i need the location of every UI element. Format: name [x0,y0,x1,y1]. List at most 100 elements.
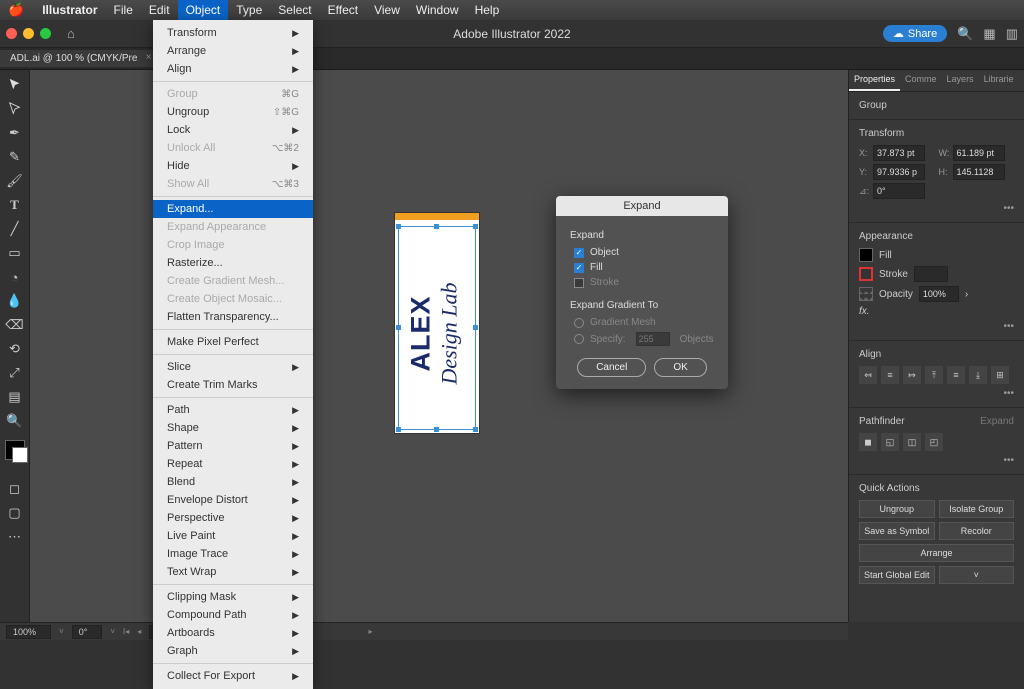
h-input[interactable] [953,164,1005,180]
direct-selection-tool[interactable] [4,98,26,120]
menu-item-artboards[interactable]: Artboards▶ [153,624,313,642]
app-menu[interactable]: Illustrator [34,0,105,20]
type-tool[interactable]: T [4,194,26,216]
opacity-swatch[interactable] [859,287,873,301]
selection-handle[interactable] [396,427,401,432]
opacity-input[interactable] [919,286,959,302]
zoom-tool[interactable]: 🔍 [4,410,26,432]
selection-handle[interactable] [396,325,401,330]
status-flyout-icon[interactable]: ▸ [369,627,373,636]
menu-effect[interactable]: Effect [320,0,366,20]
menu-item-align[interactable]: Align▶ [153,60,313,78]
unite-icon[interactable]: ◼ [859,433,877,451]
selection-handle[interactable] [473,224,478,229]
menu-item-text-wrap[interactable]: Text Wrap▶ [153,563,313,581]
menu-item-transform[interactable]: Transform▶ [153,24,313,42]
chevron-down-icon[interactable]: ˅ [59,627,64,636]
menu-item-envelope-distort[interactable]: Envelope Distort▶ [153,491,313,509]
fill-swatch[interactable] [859,248,873,262]
menu-item-ungroup[interactable]: Ungroup⇧⌘G [153,103,313,121]
shape-builder-tool[interactable]: ◔ [4,266,26,288]
stroke-weight-input[interactable] [914,266,948,282]
intersect-icon[interactable]: ◫ [903,433,921,451]
menu-item-clipping-mask[interactable]: Clipping Mask▶ [153,588,313,606]
menu-type[interactable]: Type [228,0,270,20]
chevron-right-icon[interactable]: › [965,289,968,300]
menu-item-slice[interactable]: Slice▶ [153,358,313,376]
more-options-icon[interactable]: ••• [859,455,1014,466]
save-symbol-button[interactable]: Save as Symbol [859,522,935,540]
line-tool[interactable]: ╱ [4,218,26,240]
first-artboard-icon[interactable]: I◂ [123,627,129,636]
menu-item-shape[interactable]: Shape▶ [153,419,313,437]
selection-handle[interactable] [473,325,478,330]
menu-item-expand-[interactable]: Expand... [153,200,313,218]
stroke-swatch[interactable] [859,267,873,281]
home-icon[interactable]: ⌂ [67,26,75,41]
selection-handle[interactable] [473,427,478,432]
more-options-icon[interactable]: ••• [859,388,1014,399]
menu-item-path[interactable]: Path▶ [153,401,313,419]
more-options-icon[interactable]: ••• [859,321,1014,332]
minus-front-icon[interactable]: ◱ [881,433,899,451]
menu-item-flatten-transparency-[interactable]: Flatten Transparency... [153,308,313,326]
menu-file[interactable]: File [106,0,141,20]
arrange-button[interactable]: Arrange [859,544,1014,562]
menu-item-graph[interactable]: Graph▶ [153,642,313,660]
search-icon[interactable]: 🔍 [957,26,973,42]
pen-tool[interactable]: ✒ [4,122,26,144]
more-options-icon[interactable]: ••• [859,203,1014,214]
menu-view[interactable]: View [366,0,408,20]
menu-item-lock[interactable]: Lock▶ [153,121,313,139]
menu-help[interactable]: Help [467,0,508,20]
align-to-icon[interactable]: ⊞ [991,366,1009,384]
menu-item-create-trim-marks[interactable]: Create Trim Marks [153,376,313,394]
fill-checkbox[interactable]: ✓ [574,263,584,273]
menu-item-blend[interactable]: Blend▶ [153,473,313,491]
gradient-tool[interactable]: ▤ [4,386,26,408]
document-tab[interactable]: × ADL.ai @ 100 % (CMYK/Pre [0,50,156,67]
ok-button[interactable]: OK [654,358,706,377]
align-right-icon[interactable]: ⤇ [903,366,921,384]
selection-handle[interactable] [396,224,401,229]
menu-item-perspective[interactable]: Perspective▶ [153,509,313,527]
selection-handle[interactable] [434,224,439,229]
paintbrush-tool[interactable]: 🖌 [4,170,26,192]
zoom-window-button[interactable] [40,28,51,39]
apple-menu-icon[interactable]: 🍎 [8,2,24,18]
ungroup-button[interactable]: Ungroup [859,500,935,518]
scale-tool[interactable]: ⤢ [4,362,26,384]
menu-item-rasterize-[interactable]: Rasterize... [153,254,313,272]
y-input[interactable] [873,164,925,180]
isolate-group-button[interactable]: Isolate Group [939,500,1015,518]
zoom-dropdown[interactable]: 100% [6,625,51,639]
menu-item-compound-path[interactable]: Compound Path▶ [153,606,313,624]
menu-item-repeat[interactable]: Repeat▶ [153,455,313,473]
workspace-icon[interactable]: ▥ [1006,26,1018,42]
selection-handle[interactable] [434,427,439,432]
eraser-tool[interactable]: ⌫ [4,314,26,336]
menu-window[interactable]: Window [408,0,467,20]
chevron-down-icon[interactable]: ˅ [110,627,115,636]
rectangle-tool[interactable]: ▭ [4,242,26,264]
eyedropper-tool[interactable]: 💧 [4,290,26,312]
rotate-input[interactable] [873,183,925,199]
fx-button[interactable]: fx. [859,306,870,317]
screen-mode[interactable]: ▢ [4,502,26,524]
align-vcenter-icon[interactable]: ≡ [947,366,965,384]
curvature-tool[interactable]: ✎ [4,146,26,168]
close-window-button[interactable] [6,28,17,39]
edit-toolbar[interactable]: ⋯ [4,526,26,548]
tab-layers[interactable]: Layers [942,70,979,91]
chevron-down-icon[interactable]: ˅ [939,566,1015,584]
menu-item-collect-for-export[interactable]: Collect For Export▶ [153,667,313,685]
tab-comments[interactable]: Comme [900,70,942,91]
menu-object[interactable]: Object [178,0,229,20]
cancel-button[interactable]: Cancel [577,358,646,377]
arrange-docs-icon[interactable]: ▦ [983,26,995,42]
rotate-tool[interactable]: ⟲ [4,338,26,360]
menu-item-live-paint[interactable]: Live Paint▶ [153,527,313,545]
fill-stroke-swatch[interactable] [5,440,25,460]
menu-edit[interactable]: Edit [141,0,178,20]
share-button[interactable]: ☁Share [883,25,947,42]
